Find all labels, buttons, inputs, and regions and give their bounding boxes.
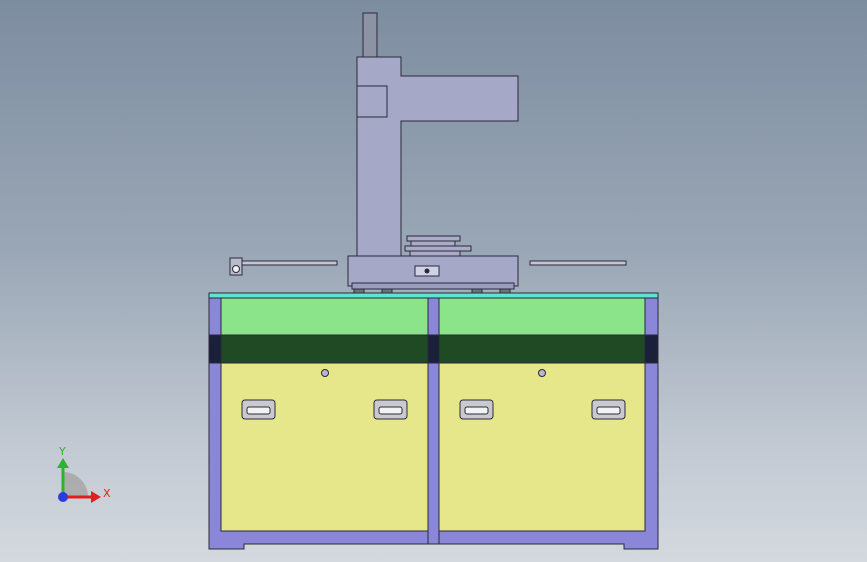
fixture[interactable]: [404, 235, 472, 257]
marking-head-assembly: [229, 12, 627, 294]
x-axis-label: X: [103, 487, 111, 500]
upper-panel-right[interactable]: [438, 297, 646, 336]
x-axis-arrow: [91, 491, 101, 503]
right-rail[interactable]: [529, 260, 627, 266]
triad-plane: [63, 472, 88, 497]
lock-left: [321, 369, 329, 377]
band-connector-left: [208, 334, 222, 364]
column-bracket: [356, 85, 388, 118]
coordinate-triad: Y X: [57, 445, 111, 503]
foot-left: [353, 288, 365, 294]
left-rail[interactable]: [241, 260, 338, 266]
drawer-left[interactable]: [220, 362, 429, 532]
cad-viewport[interactable]: Y X: [0, 0, 867, 562]
lock-right: [538, 369, 546, 377]
level-indicator: [414, 265, 440, 277]
handle-left-1[interactable]: [241, 399, 276, 420]
worktop[interactable]: [208, 292, 659, 299]
handle-right-1[interactable]: [459, 399, 494, 420]
triad-origin: [58, 492, 68, 502]
handle-right-2[interactable]: [591, 399, 626, 420]
base-lower-strip: [351, 282, 515, 290]
foot-center-right: [471, 288, 483, 294]
band-connector-right: [644, 334, 659, 364]
cabinet-center-post: [427, 296, 440, 545]
foot-center-left: [381, 288, 393, 294]
post[interactable]: [362, 12, 378, 58]
drawer-right[interactable]: [438, 362, 646, 532]
y-axis-label: Y: [58, 445, 66, 458]
foot-right: [499, 288, 511, 294]
handle-left-2[interactable]: [373, 399, 408, 420]
upper-panel-left[interactable]: [220, 297, 429, 336]
y-axis-arrow: [57, 458, 69, 468]
machine-drawing: Y X: [57, 12, 659, 550]
band-connector-center: [427, 334, 440, 364]
cabinet: [208, 292, 659, 550]
rail-stop[interactable]: [229, 257, 243, 276]
